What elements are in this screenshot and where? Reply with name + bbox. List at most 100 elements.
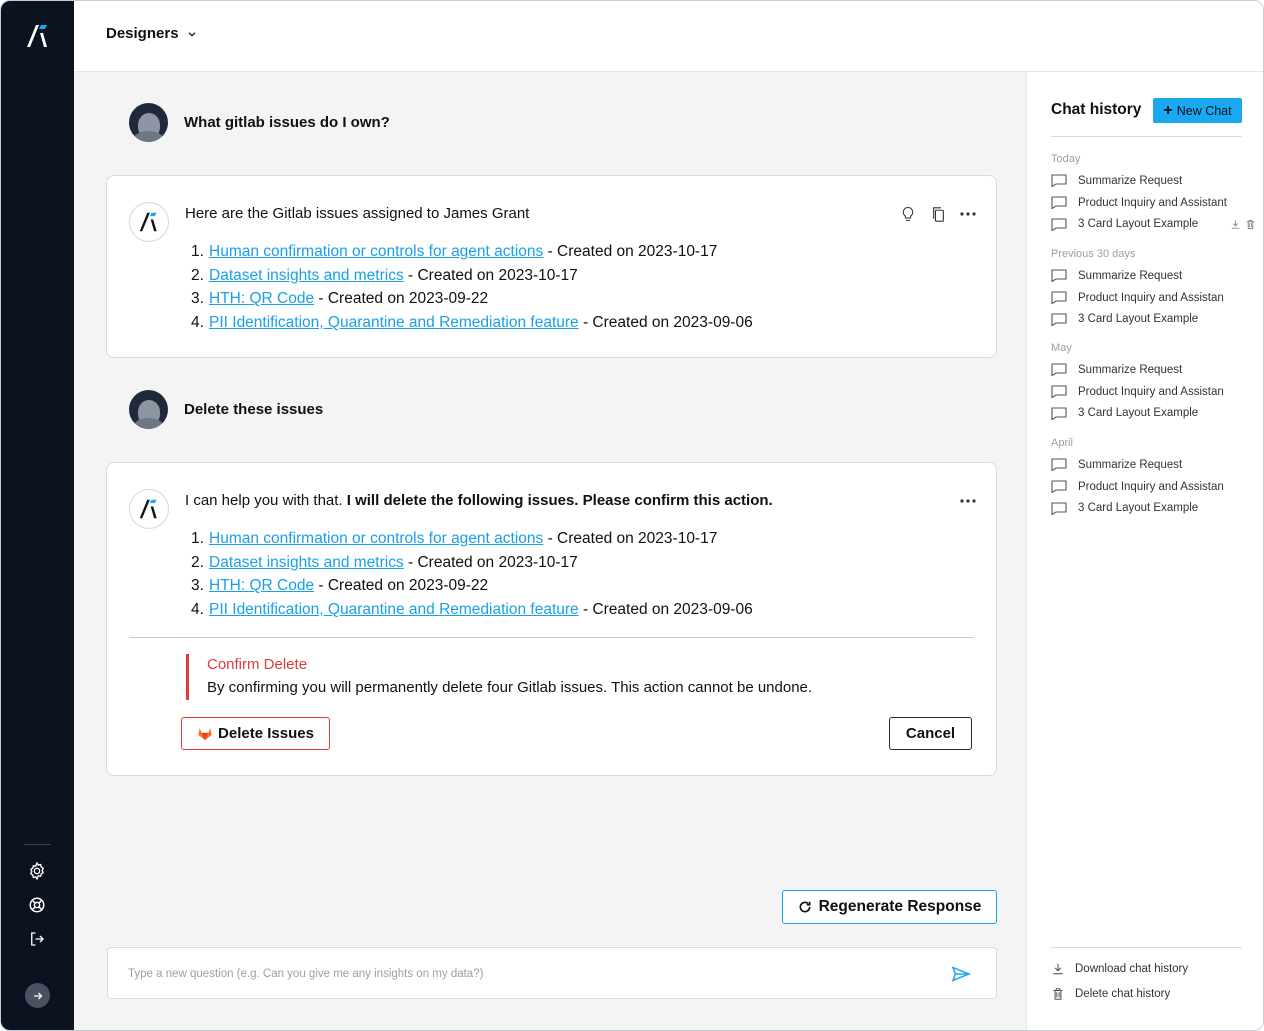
assistant-avatar [129, 489, 169, 529]
history-group-label: Today [1051, 153, 1081, 165]
confirm-title: Confirm Delete [207, 656, 308, 673]
history-item[interactable]: Product Inquiry and Assistan [1051, 381, 1256, 403]
confirm-delete-notice: Confirm Delete By confirming you will pe… [186, 654, 812, 700]
list-item: 3. HTH: QR Code - Created on 2023-09-22 [191, 577, 489, 595]
user-message-text: Delete these issues [184, 401, 324, 418]
issue-link[interactable]: Dataset insights and metrics [209, 267, 404, 284]
left-rail [1, 1, 74, 1030]
chat-bubble-icon [1051, 217, 1068, 231]
top-bar: Designers [74, 1, 1263, 72]
logout-icon[interactable] [26, 928, 48, 950]
list-item: 1. Human confirmation or controls for age… [191, 530, 718, 547]
app-logo[interactable] [25, 23, 51, 49]
download-chat-history-link[interactable]: Download chat history [1051, 962, 1188, 976]
issue-link[interactable]: PII Identification, Quarantine and Remed… [209, 601, 579, 618]
chat-bubble-icon [1051, 406, 1068, 420]
history-item[interactable]: 3 Card Layout Example [1051, 213, 1256, 235]
issue-link[interactable]: Human confirmation or controls for agent… [209, 530, 543, 547]
issue-list: 1. Human confirmation or controls for age… [191, 527, 753, 622]
delete-chat-history-link[interactable]: Delete chat history [1051, 987, 1170, 1001]
history-item[interactable]: Summarize Request [1051, 454, 1256, 476]
history-group-previous-30-days: Previous 30 days Summarize Request Produ… [1051, 246, 1256, 330]
more-icon[interactable] [958, 491, 978, 511]
history-group-label: Previous 30 days [1051, 248, 1136, 260]
history-item[interactable]: 3 Card Layout Example [1051, 308, 1256, 330]
chat-history-panel: Chat history + New Chat Today Summarize … [1026, 72, 1263, 1030]
gitlab-icon [198, 728, 212, 741]
user-message: Delete these issues [129, 390, 323, 429]
rail-divider [24, 844, 51, 845]
chevron-down-icon [188, 31, 195, 37]
chat-bubble-icon [1051, 385, 1068, 399]
regenerate-response-button[interactable]: Regenerate Response [782, 890, 997, 924]
more-icon[interactable] [958, 204, 978, 224]
user-message: What gitlab issues do I own? [129, 103, 390, 142]
issue-list: 1. Human confirmation or controls for age… [191, 240, 753, 335]
history-item[interactable]: 3 Card Layout Example [1051, 402, 1256, 424]
gear-icon[interactable] [26, 860, 48, 882]
copy-icon[interactable] [928, 204, 948, 224]
chat-bubble-icon [1051, 196, 1068, 210]
chat-bubble-icon [1051, 501, 1068, 515]
app-window: Designers What gitlab issues do I own? H… [0, 0, 1264, 1031]
history-item[interactable]: Product Inquiry and Assistan [1051, 287, 1256, 309]
chat-bubble-icon [1051, 269, 1068, 283]
workspace-selector[interactable]: Designers [106, 25, 197, 42]
list-item: 2. Dataset insights and metrics - Created… [191, 266, 578, 284]
refresh-icon [799, 901, 811, 913]
issue-link[interactable]: Dataset insights and metrics [209, 554, 404, 571]
chat-bubble-icon [1051, 458, 1068, 472]
list-item: 1. Human confirmation or controls for age… [191, 243, 718, 260]
message-tools [958, 491, 978, 511]
chat-bubble-icon [1051, 174, 1068, 188]
history-item[interactable]: 3 Card Layout Example [1051, 497, 1256, 519]
issue-link[interactable]: Human confirmation or controls for agent… [209, 243, 543, 260]
send-icon[interactable] [950, 964, 972, 984]
chat-history-title: Chat history [1051, 101, 1142, 118]
chat-bubble-icon [1051, 480, 1068, 494]
history-item[interactable]: Summarize Request [1051, 265, 1256, 287]
confirm-text: By confirming you will permanently delet… [207, 679, 813, 696]
divider [1051, 947, 1242, 948]
chat-area: What gitlab issues do I own? Here are th… [74, 72, 1026, 1030]
question-input[interactable] [128, 962, 908, 986]
assistant-avatar [129, 202, 169, 242]
chat-bubble-icon [1051, 291, 1068, 305]
issue-link[interactable]: HTH: QR Code [209, 290, 314, 307]
expand-sidebar-button[interactable] [25, 983, 50, 1008]
plus-icon: + [1163, 101, 1173, 119]
history-item[interactable]: Summarize Request [1051, 359, 1256, 381]
lightbulb-icon[interactable] [898, 204, 918, 224]
trash-icon[interactable] [1245, 219, 1256, 230]
divider [129, 637, 974, 638]
issue-link[interactable]: PII Identification, Quarantine and Remed… [209, 314, 579, 331]
arrow-right-icon [33, 992, 42, 999]
list-item: 3. HTH: QR Code - Created on 2023-09-22 [191, 290, 489, 308]
workspace-name: Designers [106, 25, 179, 42]
history-group-may: May Summarize Request Product Inquiry an… [1051, 340, 1256, 424]
history-item[interactable]: Product Inquiry and Assistan [1051, 476, 1256, 498]
history-item[interactable]: Product Inquiry and Assistant [1051, 192, 1256, 214]
download-icon [1053, 963, 1063, 975]
trash-icon [1053, 988, 1063, 1000]
history-group-today: Today Summarize Request Product Inquiry … [1051, 151, 1256, 235]
list-item: 4. PII Identification, Quarantine and Rem… [191, 601, 753, 619]
message-tools [898, 204, 978, 224]
list-item: 2. Dataset insights and metrics - Created… [191, 553, 578, 571]
lifebuoy-icon[interactable] [26, 894, 48, 916]
history-group-label: May [1051, 342, 1072, 354]
history-item[interactable]: Summarize Request [1051, 170, 1256, 192]
user-message-text: What gitlab issues do I own? [184, 114, 390, 131]
issue-link[interactable]: HTH: QR Code [209, 577, 314, 594]
divider [1051, 136, 1242, 137]
download-icon[interactable] [1230, 219, 1241, 230]
question-input-bar [107, 947, 997, 999]
list-item: 4. PII Identification, Quarantine and Rem… [191, 314, 753, 332]
cancel-button[interactable]: Cancel [889, 717, 972, 750]
history-item-tools [1230, 219, 1256, 230]
delete-issues-button[interactable]: Delete Issues [181, 717, 330, 750]
assistant-message-card: I can help you with that. I will delete … [106, 462, 997, 776]
new-chat-button[interactable]: + New Chat [1153, 98, 1242, 123]
assistant-lead-text: I can help you with that. I will delete … [185, 492, 773, 509]
assistant-message-card: Here are the Gitlab issues assigned to J… [106, 175, 997, 358]
